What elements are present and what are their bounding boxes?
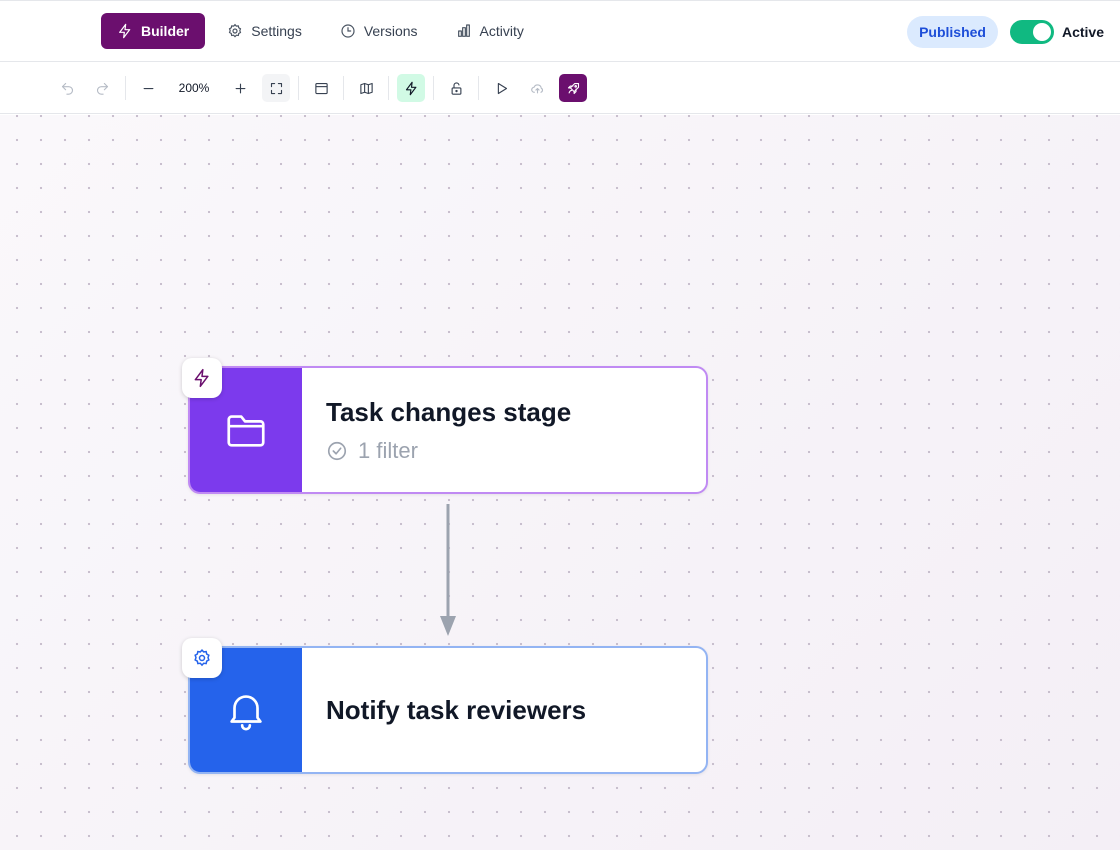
cloud-upload-icon xyxy=(530,83,543,93)
tab-builder[interactable]: Builder xyxy=(101,13,206,49)
zoom-in-icon xyxy=(235,83,245,93)
action-badge[interactable] xyxy=(182,638,222,678)
upload-button[interactable] xyxy=(523,74,551,102)
status-badge: Published xyxy=(907,16,998,48)
active-toggle-label: Active xyxy=(1061,24,1104,40)
gear-icon xyxy=(229,23,242,38)
main-nav: Builder Settings Versions Activity xyxy=(101,13,540,49)
fit-view-button[interactable] xyxy=(262,74,290,102)
toolbar-divider xyxy=(343,76,344,100)
active-toggle[interactable] xyxy=(1009,20,1054,44)
trigger-filter-summary: 1 filter xyxy=(326,438,706,464)
bar-chart-icon xyxy=(457,24,470,37)
tab-label: Builder xyxy=(141,23,190,39)
minimap-button[interactable] xyxy=(352,74,380,102)
active-toggle-group: Active xyxy=(1009,20,1104,44)
zoom-level: 200% xyxy=(178,81,210,95)
canvas-toolbar: 200% xyxy=(0,62,1120,114)
bolt-icon xyxy=(194,368,209,388)
tab-versions[interactable]: Versions xyxy=(324,13,434,49)
clock-icon xyxy=(341,24,355,38)
tab-label: Activity xyxy=(479,23,524,39)
play-icon xyxy=(497,82,507,94)
toolbar-divider xyxy=(478,76,479,100)
panel-button[interactable] xyxy=(307,74,335,102)
tab-label: Settings xyxy=(251,23,302,39)
check-circle-icon xyxy=(327,441,347,460)
trigger-badge[interactable] xyxy=(182,358,222,398)
folder-icon xyxy=(227,415,265,447)
lock-button[interactable] xyxy=(442,74,470,102)
toolbar-divider xyxy=(298,76,299,100)
zoom-out-button[interactable] xyxy=(134,74,162,102)
trigger-node[interactable]: Task changes stage 1 filter xyxy=(188,366,708,494)
bolt-icon xyxy=(405,81,416,95)
toolbar-divider xyxy=(433,76,434,100)
trigger-title: Task changes stage xyxy=(326,396,572,427)
tab-activity[interactable]: Activity xyxy=(440,13,540,49)
toggle-knob xyxy=(1032,23,1051,41)
undo-button[interactable] xyxy=(53,74,81,102)
tab-settings[interactable]: Settings xyxy=(211,13,318,49)
bolt-icon xyxy=(119,23,131,39)
fit-view-icon xyxy=(270,82,282,94)
top-bar: Builder Settings Versions Activity Publi… xyxy=(0,0,1120,62)
trigger-mode-button[interactable] xyxy=(397,74,425,102)
redo-button[interactable] xyxy=(88,74,116,102)
action-title: Notify task reviewers xyxy=(326,694,587,725)
action-node[interactable]: Notify task reviewers xyxy=(188,646,708,774)
action-node-body: Notify task reviewers xyxy=(302,648,706,772)
gear-icon xyxy=(194,648,210,667)
lock-icon xyxy=(451,81,461,95)
map-icon xyxy=(359,82,373,94)
undo-icon xyxy=(61,82,73,95)
toolbar-divider xyxy=(388,76,389,100)
connector-arrow xyxy=(440,504,456,636)
trigger-node-body: Task changes stage 1 filter xyxy=(302,368,706,492)
status-area: Published Active xyxy=(907,16,1104,48)
tab-label: Versions xyxy=(363,23,418,39)
redo-icon xyxy=(96,82,108,95)
trigger-subtitle: 1 filter xyxy=(358,437,418,463)
zoom-out-icon xyxy=(143,87,153,89)
panel-icon xyxy=(314,82,328,94)
bell-icon xyxy=(230,695,262,731)
deploy-button[interactable] xyxy=(559,74,587,102)
run-button[interactable] xyxy=(487,74,515,102)
rocket-icon xyxy=(567,82,579,94)
zoom-in-button[interactable] xyxy=(226,74,254,102)
toolbar-divider xyxy=(125,76,126,100)
